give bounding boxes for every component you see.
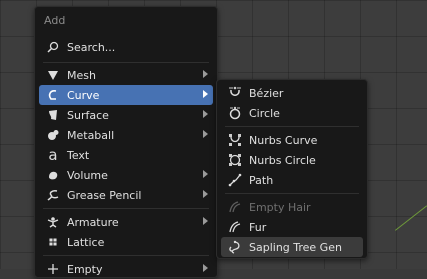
separator (225, 193, 359, 194)
separator (43, 255, 209, 256)
armature-icon (45, 214, 61, 230)
submenu-arrow-icon (203, 110, 208, 118)
curve-icon (45, 87, 61, 103)
sapling-tree-icon (227, 239, 243, 255)
metaball-icon (45, 127, 61, 143)
menu-item-curve[interactable]: Curve (39, 85, 213, 105)
menu-item-text[interactable]: a Text (39, 145, 213, 165)
menu-item-label: Lattice (67, 235, 105, 249)
search-item[interactable]: Search... (39, 37, 213, 57)
mesh-icon (45, 67, 61, 83)
nurbs-curve-icon (227, 132, 243, 148)
menu-item-metaball[interactable]: Metaball (39, 125, 213, 145)
submenu-item-sapling-tree-gen[interactable]: Sapling Tree Gen (221, 237, 363, 257)
grease-pencil-icon (45, 187, 61, 203)
menu-item-label: Text (67, 148, 90, 162)
menu-item-armature[interactable]: Armature (39, 212, 213, 232)
submenu-item-label: Path (249, 173, 274, 187)
submenu-item-label: Nurbs Circle (249, 153, 316, 167)
bezier-icon (227, 85, 243, 101)
separator (43, 208, 209, 209)
submenu-item-nurbs-curve[interactable]: Nurbs Curve (221, 130, 363, 150)
menu-item-label: Metaball (67, 128, 115, 142)
submenu-item-label: Nurbs Curve (249, 133, 318, 147)
fur-icon (227, 219, 243, 235)
submenu-item-label: Circle (249, 106, 280, 120)
submenu-item-label: Sapling Tree Gen (249, 240, 342, 254)
submenu-item-nurbs-circle[interactable]: Nurbs Circle (221, 150, 363, 170)
menu-header: Add (44, 14, 66, 27)
search-icon (45, 39, 61, 55)
submenu-arrow-icon (203, 70, 208, 78)
separator (225, 126, 359, 127)
submenu-arrow-icon (203, 130, 208, 138)
menu-item-label: Empty (67, 262, 103, 276)
submenu-item-label: Bézier (249, 86, 284, 100)
submenu-arrow-icon (203, 264, 208, 272)
add-menu: Add Search... Mesh Curve Surface Metabal… (34, 6, 218, 278)
submenu-item-circle[interactable]: Circle (221, 103, 363, 123)
submenu-item-bezier[interactable]: Bézier (221, 83, 363, 103)
submenu-arrow-icon (203, 90, 208, 98)
submenu-arrow-icon (203, 190, 208, 198)
menu-item-empty[interactable]: Empty (39, 259, 213, 279)
surface-icon (45, 107, 61, 123)
lattice-icon (45, 234, 61, 250)
submenu-item-empty-hair[interactable]: Empty Hair (221, 197, 363, 217)
separator (43, 62, 209, 63)
menu-item-label: Mesh (67, 68, 96, 82)
submenu-item-label: Fur (249, 220, 267, 234)
circle-curve-icon (227, 105, 243, 121)
menu-item-label: Grease Pencil (67, 188, 142, 202)
curve-submenu: Bézier Circle Nurbs Curve Nurbs Circle P… (216, 79, 368, 259)
empty-icon (45, 261, 61, 277)
path-icon (227, 172, 243, 188)
menu-item-label: Curve (67, 88, 100, 102)
submenu-item-label: Empty Hair (249, 200, 311, 214)
menu-item-mesh[interactable]: Mesh (39, 65, 213, 85)
empty-hair-icon (227, 199, 243, 215)
nurbs-circle-icon (227, 152, 243, 168)
search-label: Search... (67, 40, 116, 54)
submenu-arrow-icon (203, 170, 208, 178)
text-icon: a (48, 145, 58, 164)
volume-icon (45, 167, 61, 183)
submenu-item-fur[interactable]: Fur (221, 217, 363, 237)
menu-item-label: Surface (67, 108, 109, 122)
menu-item-volume[interactable]: Volume (39, 165, 213, 185)
menu-item-label: Volume (67, 168, 108, 182)
menu-item-surface[interactable]: Surface (39, 105, 213, 125)
menu-item-lattice[interactable]: Lattice (39, 232, 213, 252)
menu-item-grease-pencil[interactable]: Grease Pencil (39, 185, 213, 205)
menu-item-label: Armature (67, 215, 119, 229)
submenu-item-path[interactable]: Path (221, 170, 363, 190)
submenu-arrow-icon (203, 217, 208, 225)
